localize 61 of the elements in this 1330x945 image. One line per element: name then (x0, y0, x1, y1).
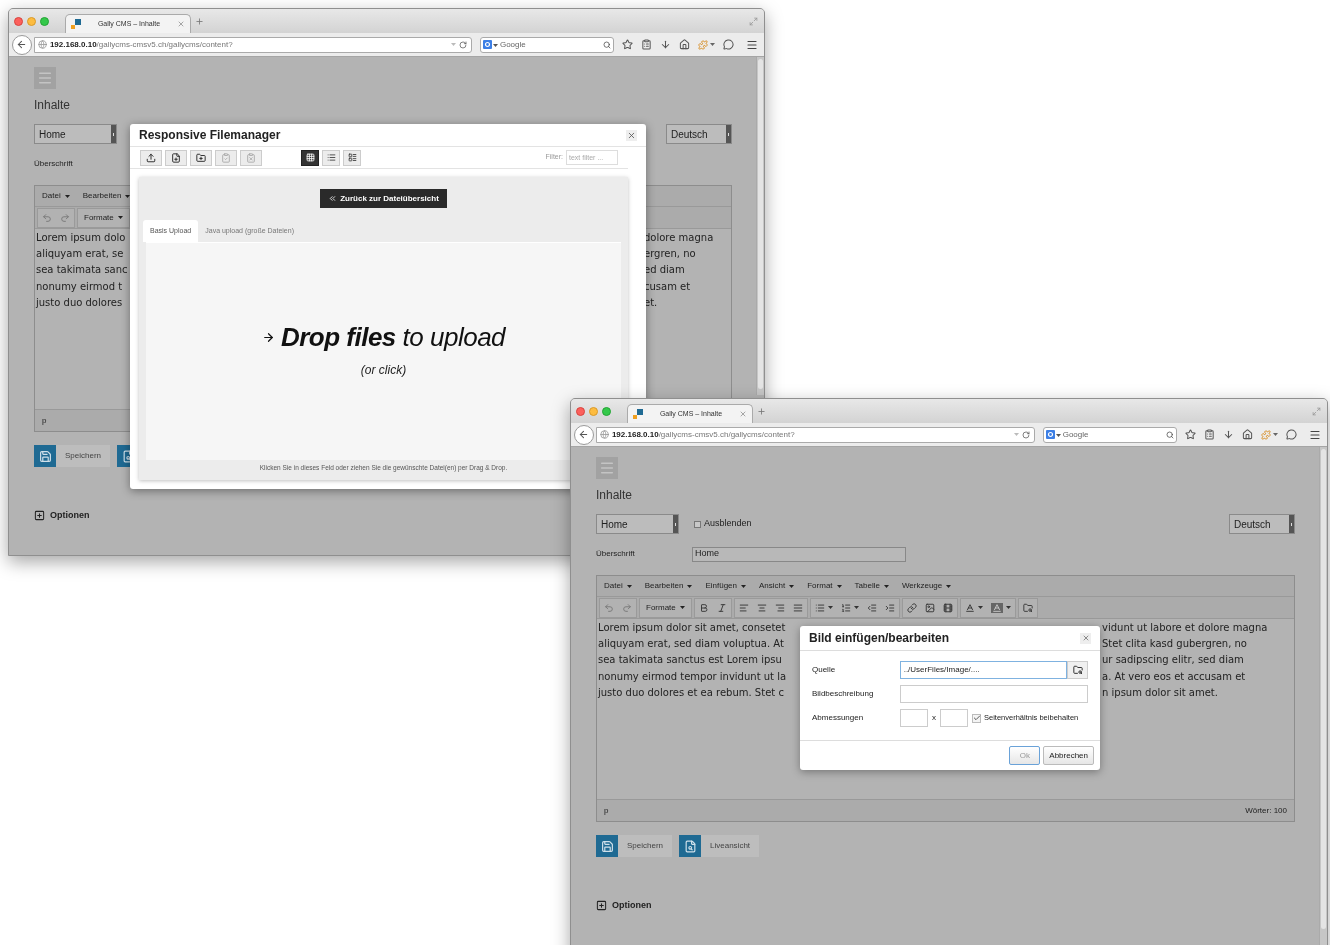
text-line: aliquyam erat, se (36, 247, 124, 262)
text-line: sea takimata sanctus est Lorem ipsu (598, 653, 782, 668)
text-line: vidunt ut labore et dolore magna (1102, 621, 1268, 635)
drop-files-text: Drop files to upload (280, 321, 506, 354)
source-input-field[interactable]: ../UserFiles/Image/.... (899, 661, 1068, 679)
formats-dropdown[interactable]: Formate (77, 207, 130, 228)
page-select[interactable]: Home (34, 124, 117, 144)
back-to-files-button[interactable]: Zurück zur Dateiübersicht (320, 189, 447, 208)
text-line: Lorem ipsum dolor sit amet, consetet (598, 621, 786, 635)
editor-menu-item[interactable]: Datei (604, 580, 632, 592)
page-heading: Inhalte (34, 97, 72, 113)
word-count: Wörter: 100 (1245, 804, 1287, 817)
language-select[interactable]: Deutsch (666, 124, 732, 144)
field-label: Abmessungen (812, 712, 865, 724)
editor-menu-item[interactable]: Einfügen (705, 580, 746, 592)
search-field[interactable]: Google (1042, 426, 1177, 443)
editor-menu-item[interactable]: Tabelle (854, 580, 889, 592)
text-line: Lorem ipsum dolo (36, 231, 126, 245)
save-button[interactable]: Speichern (596, 835, 673, 857)
title-input-field[interactable]: Home (692, 546, 906, 562)
element-path: p (604, 804, 609, 817)
drop-hint: (or click) (360, 362, 407, 379)
language-select[interactable]: Deutsch (1229, 514, 1295, 534)
save-button[interactable]: Speichern (34, 445, 111, 467)
address-bar[interactable]: 192.168.0.10/gallycms-cmsv5.ch/gallycms/content? (595, 426, 1035, 443)
field-label: Bildbeschreibung (812, 688, 875, 700)
formats-dropdown[interactable]: Formate (639, 597, 692, 618)
text-line: ur sadipscing elitr, sed diam (1102, 653, 1244, 668)
editor-menu-item[interactable]: Datei (42, 190, 70, 202)
preview-button[interactable]: Liveansicht (679, 835, 760, 857)
text-line: justo duo dolores et ea rebum. Stet c (598, 685, 784, 700)
text-line: nonumy eirmod tempor invidunt ut la (598, 669, 787, 684)
editor-menu-item[interactable]: Ansicht (759, 580, 795, 592)
text-line: ergren, no (644, 247, 696, 262)
text-line: aliquyam erat, sed diam voluptua. At (598, 637, 784, 652)
editor-menu-item[interactable]: Bearbeiten (644, 580, 693, 592)
dialog-title: Bild einfügen/bearbeiten (809, 630, 949, 647)
editor-menu-item[interactable]: Format (807, 580, 842, 592)
field-label: Überschrift (596, 548, 636, 560)
page-select[interactable]: Home (596, 514, 679, 534)
drop-zone[interactable]: Drop files to upload (or click) (261, 318, 506, 379)
text-line: Stet clita kasd gubergren, no (1102, 637, 1247, 652)
options-toggle[interactable]: Optionen (596, 899, 652, 913)
text-line: nonumy eirmod t (36, 279, 123, 294)
field-label: Quelle (812, 664, 837, 676)
editor-menu-item[interactable]: Bearbeiten (82, 190, 131, 202)
search-field[interactable]: Google (479, 36, 614, 53)
field-label: Überschrift (34, 158, 74, 170)
options-toggle[interactable]: Optionen (34, 509, 90, 523)
address-bar[interactable]: 192.168.0.10/gallycms-cmsv5.ch/gallycms/content? (33, 36, 472, 53)
element-path: p (42, 414, 47, 427)
dialog-title: Responsive Filemanager (139, 127, 281, 144)
text-line: sea takimata sanc (36, 263, 128, 278)
editor-menu-item[interactable]: Werkzeuge (901, 580, 952, 592)
page-heading: Inhalte (596, 487, 634, 503)
dimension-separator: x (932, 712, 936, 724)
dialog-button[interactable]: Abbrechen (1043, 746, 1094, 765)
checkbox-label: Ausblenden (704, 517, 752, 531)
text-line: n ipsum dolor sit amet. (1102, 685, 1218, 700)
text-line: justo duo dolores (36, 295, 123, 310)
text-line: a. At vero eos et accusam et (1102, 669, 1246, 684)
